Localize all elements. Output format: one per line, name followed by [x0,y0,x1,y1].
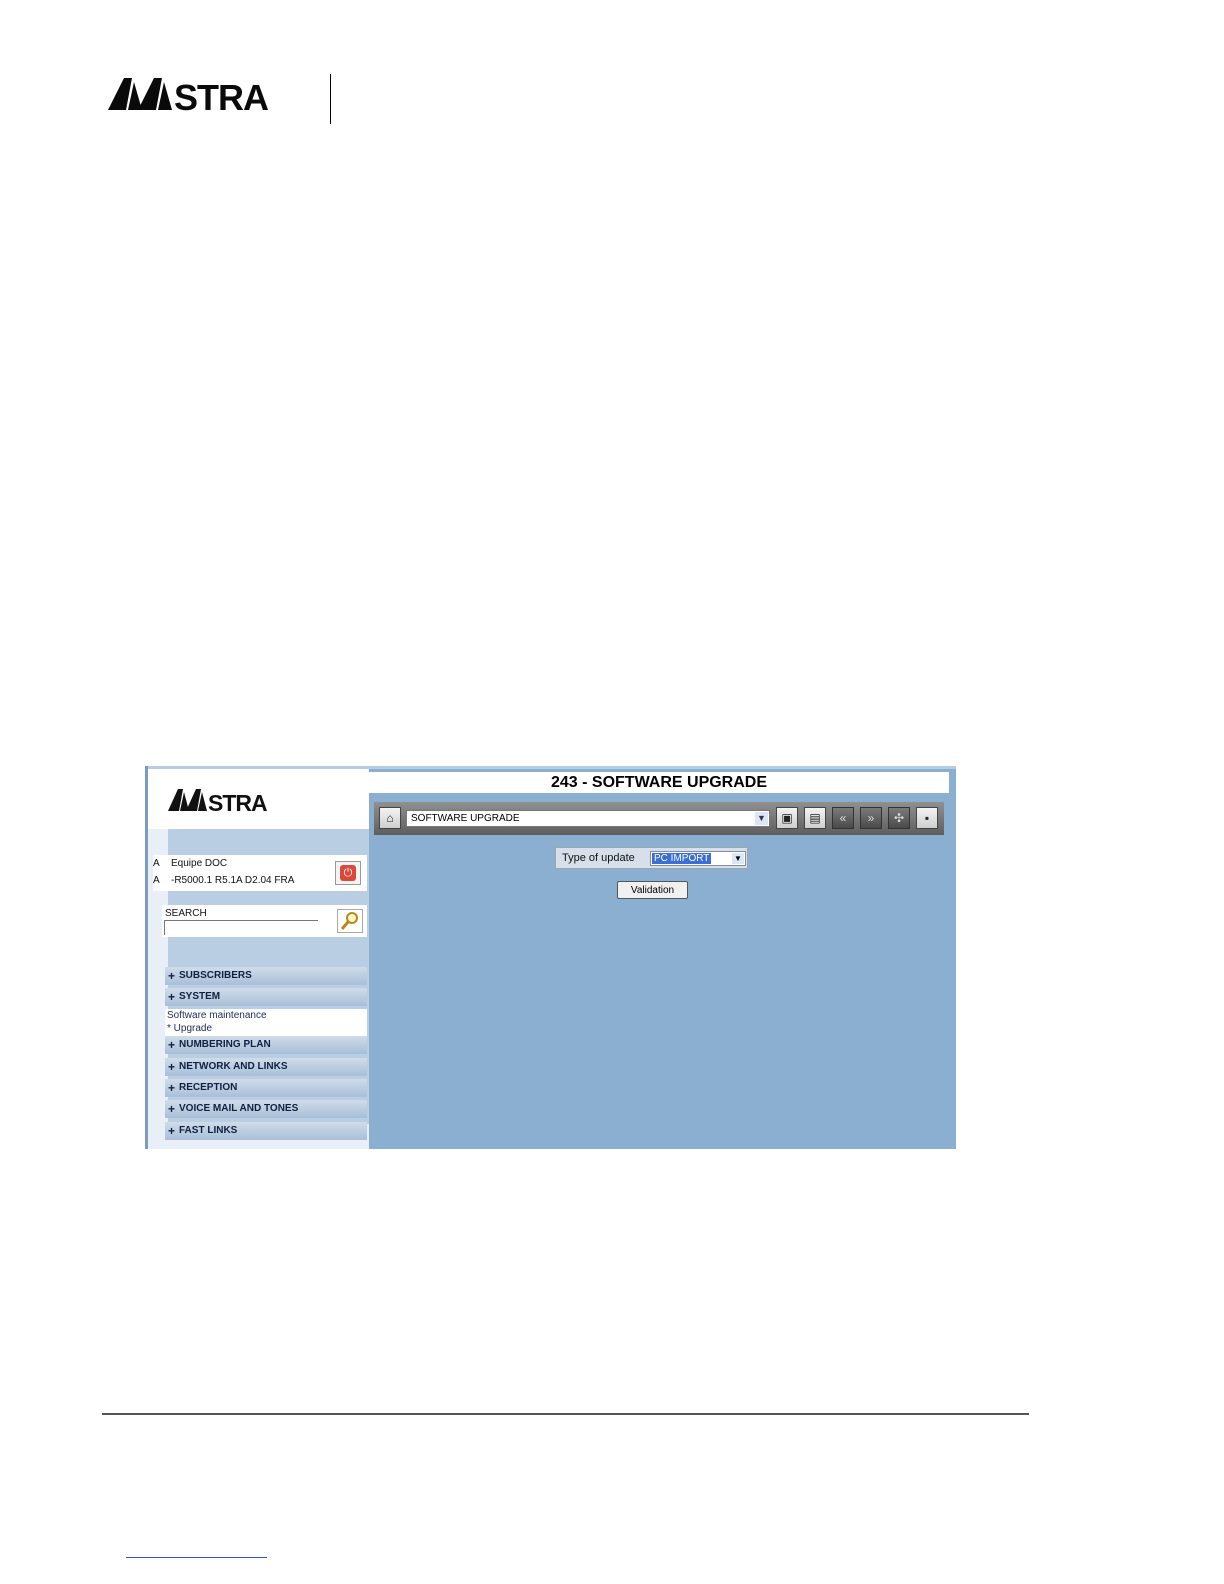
search-panel: SEARCH [162,905,367,937]
menu-reception[interactable]: + RECEPTION [165,1079,367,1097]
system-version: A -R5000.1 R5.1A D2.04 FRA [153,875,295,886]
footer-link-underline[interactable] [126,1556,267,1558]
folder-up-icon: ▣ [781,811,793,825]
search-input[interactable] [164,920,318,935]
menu-fast-links[interactable]: + FAST LINKS [165,1122,367,1140]
chevron-down-icon: ▼ [755,812,768,825]
menu-system[interactable]: + SYSTEM [165,988,367,1006]
double-chevron-left-icon: « [839,811,847,825]
search-label: SEARCH [165,908,207,919]
plus-icon: + [168,1102,176,1116]
toolbar: ⌂ SOFTWARE UPGRADE ▼ ▣ ▤ « » ✣ ▪ [374,802,944,835]
gears-icon: ✣ [893,811,905,825]
update-type-select[interactable]: PC IMPORT ▼ [650,851,746,866]
sidebar: STRA A Equipe DOC A -R5000.1 R5.1A D2.04 F… [148,769,369,1149]
page-select[interactable]: SOFTWARE UPGRADE ▼ [406,810,770,827]
aastra-app-logo: STRA [168,789,268,816]
submenu-software-maintenance[interactable]: Software maintenance [165,1009,367,1022]
folder-icon: ▤ [809,811,821,825]
plus-icon: + [168,1060,176,1074]
logout-button[interactable]: ⏻ [335,861,361,885]
home-button[interactable]: ⌂ [379,807,401,829]
submenu-system: Software maintenance * Upgrade [165,1009,367,1036]
update-type-panel: Type of update PC IMPORT ▼ [555,847,748,869]
update-type-value: PC IMPORT [652,853,712,864]
plus-icon: + [168,990,176,1004]
menu-subscribers[interactable]: + SUBSCRIBERS [165,967,367,985]
submenu-upgrade[interactable]: * Upgrade [165,1022,367,1035]
svg-text:STRA: STRA [208,790,267,816]
parent-folder-button[interactable]: ▣ [776,807,798,829]
plus-icon: + [168,1124,176,1138]
user-name: A Equipe DOC [153,858,228,869]
plus-icon: + [168,1081,176,1095]
plus-icon: + [168,1038,176,1052]
menu-numbering-plan[interactable]: + NUMBERING PLAN [165,1036,367,1054]
page-title: 243 - SOFTWARE UPGRADE [369,772,949,793]
menu-network-and-links[interactable]: + NETWORK AND LINKS [165,1058,367,1076]
logo-divider [330,74,331,124]
magnifier-icon [340,912,358,930]
admin-screenshot: STRA A Equipe DOC A -R5000.1 R5.1A D2.04 F… [145,766,956,1149]
menu-voice-mail-and-tones[interactable]: + VOICE MAIL AND TONES [165,1100,367,1118]
next-button[interactable]: » [860,807,882,829]
open-folder-button[interactable]: ▤ [804,807,826,829]
home-icon: ⌂ [386,811,394,825]
save-button[interactable]: ▪ [916,807,938,829]
footer-divider [102,1413,1029,1415]
update-type-label: Type of update [562,852,635,864]
aastra-logo: STRA [108,77,270,118]
plus-icon: + [168,969,176,983]
floppy-disk-icon: ▪ [924,811,930,825]
settings-button[interactable]: ✣ [888,807,910,829]
power-icon: ⏻ [340,865,356,881]
page-select-value: SOFTWARE UPGRADE [411,813,520,824]
search-button[interactable] [337,909,363,933]
double-chevron-right-icon: » [867,811,875,825]
validation-button[interactable]: Validation [617,881,688,899]
previous-button[interactable]: « [832,807,854,829]
svg-text:STRA: STRA [174,77,269,118]
chevron-down-icon: ▼ [732,853,744,864]
